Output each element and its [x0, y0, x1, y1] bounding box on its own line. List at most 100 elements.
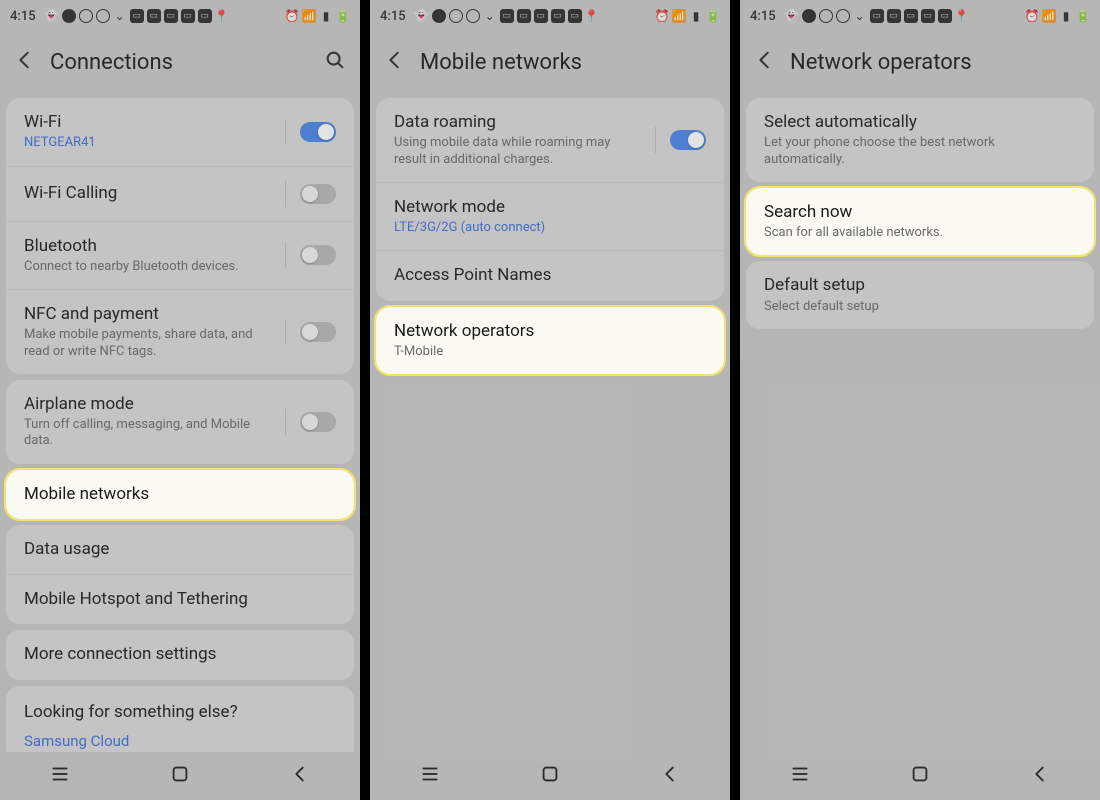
- wifi-icon: 📶: [672, 9, 686, 23]
- snapchat-icon: 👻: [415, 9, 429, 23]
- badge-icon: ▭: [921, 9, 935, 23]
- data-roaming-toggle[interactable]: [670, 130, 706, 150]
- select-auto-row[interactable]: Select automaticallyLet your phone choos…: [746, 98, 1094, 182]
- location-icon: 📍: [215, 9, 229, 23]
- status-time: 4:15: [10, 9, 36, 24]
- nfc-toggle[interactable]: [300, 322, 336, 342]
- image-icon: ▭: [870, 9, 884, 23]
- wifi-calling-toggle[interactable]: [300, 184, 336, 204]
- toggle-separator: [655, 127, 656, 153]
- status-dot-icon: [62, 9, 76, 23]
- status-circle-icon: [96, 9, 110, 23]
- nav-back-button[interactable]: [1029, 763, 1051, 789]
- network-operators-row[interactable]: Network operatorsT-Mobile: [376, 307, 724, 375]
- wifi-calling-row[interactable]: Wi-Fi Calling: [6, 166, 354, 221]
- default-setup-subtitle: Select default setup: [764, 299, 1076, 315]
- content: Wi-Fi NETGEAR41 Wi-Fi CallingBluetoothConn…: [0, 92, 360, 752]
- location-icon: 📍: [585, 9, 599, 23]
- network-mode-subtitle: LTE/3G/2G (auto connect): [394, 220, 706, 236]
- content: Data roamingUsing mobile data while roam…: [370, 92, 730, 752]
- toggle-separator: [285, 119, 286, 145]
- search-now-title: Search now: [764, 202, 1076, 223]
- settings-group: Data roamingUsing mobile data while roam…: [376, 98, 724, 301]
- alarm-icon: ⏰: [285, 9, 299, 23]
- apn-row[interactable]: Access Point Names: [376, 250, 724, 300]
- header: Network operators: [740, 32, 1100, 92]
- badge-icon: ▭: [198, 9, 212, 23]
- badge-icon: ▭: [551, 9, 565, 23]
- instagram-icon: [79, 9, 93, 23]
- looking-for-link[interactable]: Samsung Cloud: [6, 732, 354, 753]
- wifi-icon: 📶: [302, 9, 316, 23]
- alarm-icon: ⏰: [655, 9, 669, 23]
- battery-icon: 🔋: [336, 9, 350, 23]
- recents-button[interactable]: [419, 763, 441, 789]
- battery-icon: 🔋: [1076, 9, 1090, 23]
- settings-group: Select automaticallyLet your phone choos…: [746, 98, 1094, 182]
- toggle-separator: [285, 181, 286, 207]
- back-icon[interactable]: [754, 49, 776, 75]
- toggle-separator: [285, 409, 286, 435]
- bluetooth-toggle[interactable]: [300, 245, 336, 265]
- network-mode-title: Network mode: [394, 197, 706, 218]
- wifi-title: Wi-Fi: [24, 112, 271, 133]
- back-icon[interactable]: [14, 49, 36, 75]
- network-mode-row[interactable]: Network mode LTE/3G/2G (auto connect): [376, 182, 724, 251]
- page-title: Connections: [50, 50, 310, 75]
- navigation-bar: [740, 752, 1100, 800]
- hotspot-row[interactable]: Mobile Hotspot and Tethering: [6, 574, 354, 624]
- badge-icon: ▭: [181, 9, 195, 23]
- home-button[interactable]: [539, 763, 561, 789]
- navigation-bar: [0, 752, 360, 800]
- signal-icon: ▮: [1059, 9, 1073, 23]
- home-button[interactable]: [169, 763, 191, 789]
- nfc-subtitle: Make mobile payments, share data, and re…: [24, 327, 271, 360]
- airplane-toggle[interactable]: [300, 412, 336, 432]
- settings-group: Airplane modeTurn off calling, messaging…: [6, 380, 354, 464]
- back-icon[interactable]: [384, 49, 406, 75]
- settings-group: Network operatorsT-Mobile: [376, 307, 724, 375]
- screen-1: 4:15👻⌄▭▭▭▭▭📍⏰📶▮🔋Mobile networksData roam…: [370, 0, 730, 800]
- nav-back-button[interactable]: [289, 763, 311, 789]
- status-dot-icon: [802, 9, 816, 23]
- hotspot-title: Mobile Hotspot and Tethering: [24, 589, 336, 610]
- data-usage-row[interactable]: Data usage: [6, 525, 354, 574]
- recents-button[interactable]: [49, 763, 71, 789]
- looking-for-card: Looking for something else?Samsung Cloud: [6, 686, 354, 753]
- search-now-subtitle: Scan for all available networks.: [764, 225, 1076, 241]
- mobile-networks-row[interactable]: Mobile networks: [6, 470, 354, 519]
- wifi-row[interactable]: Wi-Fi NETGEAR41: [6, 98, 354, 166]
- airplane-row[interactable]: Airplane modeTurn off calling, messaging…: [6, 380, 354, 464]
- mobile-networks-title: Mobile networks: [24, 484, 336, 505]
- wifi-subtitle: NETGEAR41: [24, 135, 271, 151]
- select-auto-title: Select automatically: [764, 112, 1076, 133]
- toggle-separator: [285, 319, 286, 345]
- nav-back-button[interactable]: [659, 763, 681, 789]
- home-button[interactable]: [909, 763, 931, 789]
- recents-button[interactable]: [789, 763, 811, 789]
- status-time: 4:15: [750, 9, 776, 24]
- default-setup-row[interactable]: Default setup Select default setup: [746, 261, 1094, 329]
- image-icon: ▭: [887, 9, 901, 23]
- status-bar: 4:15👻⌄▭▭▭▭▭📍⏰📶▮🔋: [740, 0, 1100, 32]
- default-setup-title: Default setup: [764, 275, 1076, 296]
- bluetooth-row[interactable]: BluetoothConnect to nearby Bluetooth dev…: [6, 221, 354, 290]
- chevron-down-icon: ⌄: [483, 9, 497, 23]
- data-roaming-row[interactable]: Data roamingUsing mobile data while roam…: [376, 98, 724, 182]
- search-now-row[interactable]: Search now Scan for all available network…: [746, 188, 1094, 256]
- badge-icon: ▭: [904, 9, 918, 23]
- settings-group: Data usage Mobile Hotspot and Tethering: [6, 525, 354, 625]
- image-icon: ▭: [500, 9, 514, 23]
- settings-group: Wi-Fi NETGEAR41 Wi-Fi CallingBluetoothConn…: [6, 98, 354, 374]
- wifi-toggle[interactable]: [300, 122, 336, 142]
- search-icon[interactable]: [324, 49, 346, 75]
- battery-icon: 🔋: [706, 9, 720, 23]
- navigation-bar: [370, 752, 730, 800]
- instagram-icon: [819, 9, 833, 23]
- badge-icon: ▭: [568, 9, 582, 23]
- snapchat-icon: 👻: [45, 9, 59, 23]
- badge-icon: ▭: [938, 9, 952, 23]
- snapchat-icon: 👻: [785, 9, 799, 23]
- nfc-row[interactable]: NFC and paymentMake mobile payments, sha…: [6, 289, 354, 374]
- more-conn-row[interactable]: More connection settings: [6, 630, 354, 679]
